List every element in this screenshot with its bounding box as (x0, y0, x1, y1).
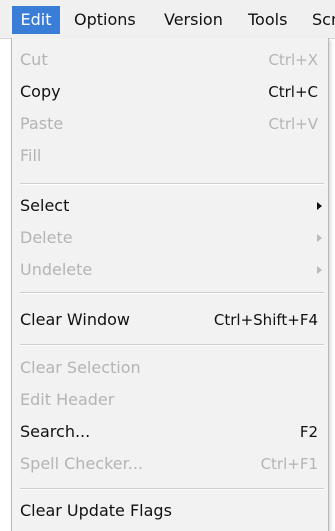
menu-separator (20, 488, 324, 490)
menu-item-label: Clear Selection (20, 358, 141, 377)
menu-item-select[interactable]: Select (12, 190, 328, 222)
chevron-right-icon (317, 266, 322, 274)
menu-item-edit-header[interactable]: Edit Header (12, 384, 328, 416)
menu-item-label: Paste (20, 114, 64, 133)
menu-item-undelete[interactable]: Undelete (12, 254, 328, 286)
menu-item-fill[interactable]: Fill (12, 140, 328, 172)
chevron-right-icon (317, 234, 322, 242)
menu-separator (20, 183, 324, 185)
menu-version[interactable]: Version (160, 6, 227, 34)
menu-bar: Edit Options Version Tools Scr (0, 0, 335, 39)
menu-item-label: Select (20, 196, 70, 215)
shortcut-label: Ctrl+Shift+F4 (213, 311, 318, 329)
shortcut-label: Ctrl+F1 (260, 455, 318, 473)
menu-item-label: Spell Checker... (20, 454, 143, 473)
shortcut-label: F2 (299, 423, 318, 441)
menu-item-spell-checker[interactable]: Spell Checker... Ctrl+F1 (12, 448, 328, 480)
menu-item-clear-selection[interactable]: Clear Selection (12, 352, 328, 384)
menu-tools[interactable]: Tools (244, 6, 291, 34)
menu-item-label: Clear Update Flags (20, 501, 172, 520)
menu-item-label: Cut (20, 50, 48, 69)
edit-menu-dropdown: Cut Ctrl+X Copy Ctrl+C Paste Ctrl+V Fill… (11, 38, 329, 531)
menu-item-copy[interactable]: Copy Ctrl+C (12, 76, 328, 108)
menu-item-cut[interactable]: Cut Ctrl+X (12, 44, 328, 76)
menu-item-clear-window[interactable]: Clear Window Ctrl+Shift+F4 (12, 304, 328, 336)
menu-separator (20, 292, 324, 294)
menu-script[interactable]: Scr (308, 6, 335, 34)
menu-options[interactable]: Options (70, 6, 140, 34)
menu-separator (20, 344, 324, 346)
menu-item-label: Copy (20, 82, 61, 101)
menu-item-clear-update-flags[interactable]: Clear Update Flags (12, 495, 328, 527)
chevron-right-icon (317, 202, 322, 210)
menu-item-paste[interactable]: Paste Ctrl+V (12, 108, 328, 140)
menu-item-search[interactable]: Search... F2 (12, 416, 328, 448)
menu-item-delete[interactable]: Delete (12, 222, 328, 254)
menu-item-label: Search... (20, 422, 91, 441)
menu-edit[interactable]: Edit (12, 6, 60, 34)
shortcut-label: Ctrl+V (268, 115, 318, 133)
menu-item-label: Edit Header (20, 390, 115, 409)
menu-item-label: Fill (20, 146, 42, 165)
menu-item-label: Undelete (20, 260, 93, 279)
menu-item-label: Clear Window (20, 310, 131, 329)
shortcut-label: Ctrl+C (268, 83, 318, 101)
menu-item-label: Delete (20, 228, 73, 247)
shortcut-label: Ctrl+X (268, 51, 318, 69)
